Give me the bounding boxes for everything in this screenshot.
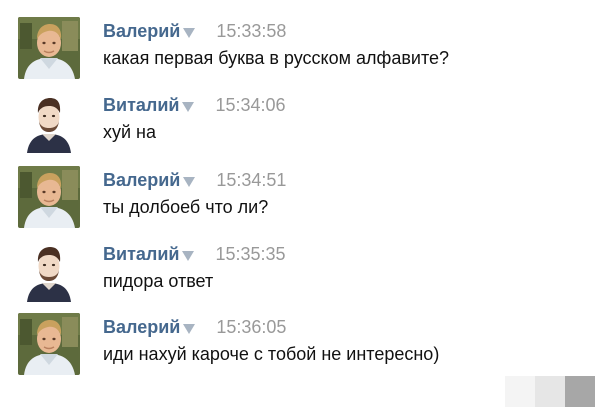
- caret-down-icon[interactable]: [183, 176, 196, 187]
- watermark-square: [565, 376, 595, 407]
- caret-down-icon[interactable]: [182, 250, 195, 261]
- message-timestamp: 15:36:05: [216, 316, 287, 337]
- watermark-square: [535, 376, 565, 407]
- watermark-square: [505, 376, 535, 407]
- message-header: Виталий 15:34:06: [103, 92, 286, 118]
- message-header: Виталий 15:35:35: [103, 241, 286, 267]
- message-text: хуй на: [103, 122, 157, 142]
- message-timestamp: 15:34:06: [215, 94, 286, 115]
- message-timestamp: 15:35:35: [215, 243, 286, 264]
- avatar-vitaliy[interactable]: [18, 240, 80, 302]
- message-item: Виталий 15:35:35 пидора ответ: [0, 240, 600, 313]
- message-timestamp: 15:33:58: [216, 20, 287, 41]
- message-timestamp: 15:34:51: [216, 169, 287, 190]
- message-header: Валерий 15:34:51: [103, 167, 286, 193]
- caret-down-icon[interactable]: [183, 27, 196, 38]
- chat-history: Валерий 15:33:58 какая первая буква в ру…: [0, 0, 600, 407]
- message-text: иди нахуй кароче с тобой не интересно): [103, 344, 440, 364]
- avatar-valeriy[interactable]: [18, 17, 80, 79]
- message-header: Валерий 15:33:58: [103, 18, 286, 44]
- avatar-valeriy[interactable]: [18, 166, 80, 228]
- caret-down-icon[interactable]: [183, 323, 196, 334]
- author-link[interactable]: Виталий: [103, 244, 179, 265]
- message-item: Виталий 15:34:06 хуй на: [0, 91, 600, 164]
- user-photo-icon: [18, 166, 80, 228]
- user-photo-icon: [18, 240, 80, 302]
- message-text: ты долбоеб что ли?: [103, 197, 269, 217]
- message-text: какая первая буква в русском алфавите?: [103, 48, 450, 68]
- message-item: Валерий 15:33:58 какая первая буква в ру…: [0, 17, 600, 90]
- author-link[interactable]: Валерий: [103, 170, 180, 191]
- user-photo-icon: [18, 91, 80, 153]
- message-text: пидора ответ: [103, 271, 214, 291]
- message-item: Валерий 15:34:51 ты долбоеб что ли?: [0, 166, 600, 239]
- user-photo-icon: [18, 313, 80, 375]
- author-link[interactable]: Валерий: [103, 21, 180, 42]
- avatar-valeriy[interactable]: [18, 313, 80, 375]
- author-link[interactable]: Валерий: [103, 317, 180, 338]
- avatar-vitaliy[interactable]: [18, 91, 80, 153]
- author-link[interactable]: Виталий: [103, 95, 179, 116]
- user-photo-icon: [18, 17, 80, 79]
- message-header: Валерий 15:36:05: [103, 314, 286, 340]
- caret-down-icon[interactable]: [182, 101, 195, 112]
